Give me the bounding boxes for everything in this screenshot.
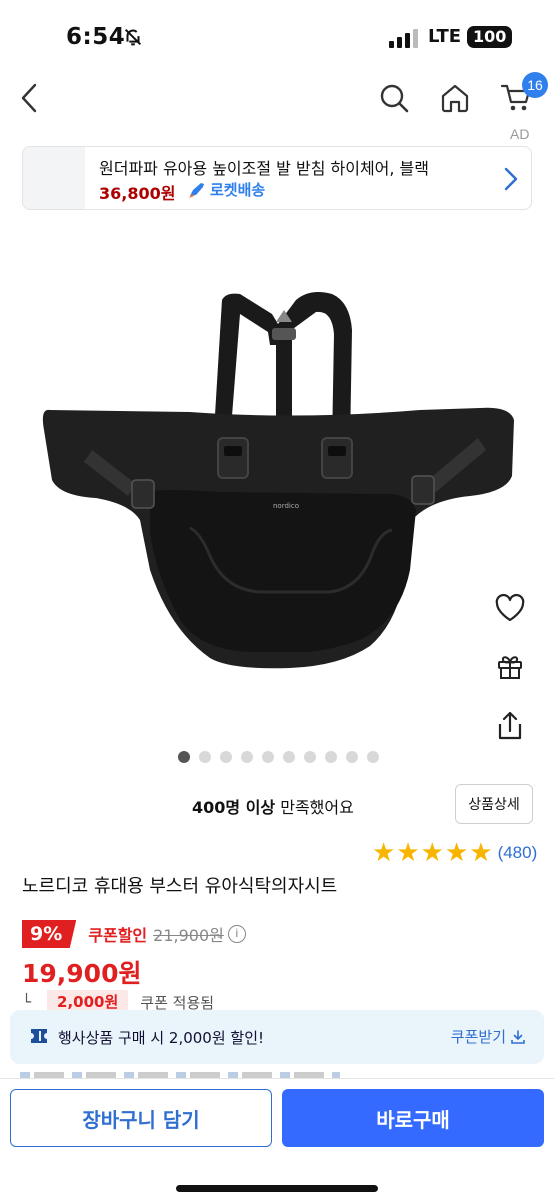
get-coupon-label: 쿠폰받기 <box>450 1028 506 1046</box>
carousel-dot[interactable] <box>178 751 190 763</box>
ad-banner[interactable]: 원더파파 유아용 높이조절 발 받침 하이체어, 블랙 36,800원 로켓배송 <box>22 146 532 210</box>
carousel-dot[interactable] <box>283 751 295 763</box>
product-title: 노르디코 휴대용 부스터 유아식탁의자시트 <box>22 876 338 897</box>
coupon-discount-label: 쿠폰할인 <box>88 926 148 945</box>
home-icon <box>441 84 469 113</box>
product-image[interactable]: nordico <box>0 270 554 690</box>
wishlist-button[interactable] <box>490 588 530 628</box>
carousel-dot[interactable] <box>220 751 232 763</box>
carousel-dot[interactable] <box>199 751 211 763</box>
app-header <box>0 76 554 124</box>
home-indicator <box>176 1185 378 1192</box>
share-button[interactable] <box>490 706 530 746</box>
booster-seat-image: nordico <box>42 292 514 669</box>
info-icon[interactable]: i <box>227 925 246 943</box>
get-coupon-button[interactable]: 쿠폰받기 <box>451 1026 526 1047</box>
star-icon: ★ <box>444 838 469 868</box>
share-icon <box>498 711 522 740</box>
rating[interactable]: ★★★★★ (480) <box>372 840 537 866</box>
carousel-dot[interactable] <box>241 751 253 763</box>
coupon-line-marker: └ <box>22 993 32 1011</box>
gift-button[interactable] <box>490 646 530 686</box>
rocket-delivery-badge: 로켓배송 <box>187 179 265 200</box>
search-button[interactable] <box>374 78 414 118</box>
product-detail-button[interactable]: 상품상세 <box>455 784 533 824</box>
star-icon: ★ <box>469 838 493 868</box>
ad-title: 원더파파 유아용 높이조절 발 받침 하이체어, 블랙 <box>99 159 430 178</box>
status-bar: 6:54 LTE 100 <box>0 0 554 76</box>
carousel-dots[interactable] <box>178 751 379 763</box>
satisfaction-text: 400명 이상 만족했어요 <box>192 794 354 818</box>
buy-now-button[interactable]: 바로구매 <box>282 1089 544 1147</box>
bottom-action-bar: 장바구니 담기 바로구매 <box>0 1078 554 1200</box>
back-button[interactable] <box>10 78 50 118</box>
chevron-left-icon <box>21 83 37 113</box>
ad-thumbnail <box>23 147 85 209</box>
star-icon: ★ <box>372 838 396 868</box>
star-icon: ★ <box>396 838 420 868</box>
star-icon: ★ <box>420 838 444 868</box>
download-icon <box>511 1029 525 1044</box>
coupon-icon <box>31 1029 47 1043</box>
carousel-dot[interactable] <box>367 751 379 763</box>
bell-off-icon <box>124 28 142 46</box>
chevron-right-icon <box>504 167 518 191</box>
battery-nub <box>506 32 509 41</box>
rocket-icon <box>189 182 204 198</box>
svg-text:nordico: nordico <box>273 502 299 510</box>
carousel-dot[interactable] <box>304 751 316 763</box>
satisfaction-count: 400명 이상 <box>192 798 276 817</box>
original-price: 21,900원 <box>153 926 224 945</box>
search-icon <box>380 84 409 113</box>
signal-icon <box>389 29 418 48</box>
discount-rate-badge: 9% <box>22 920 77 948</box>
rocket-delivery-label: 로켓배송 <box>210 181 266 199</box>
review-count[interactable]: (480) <box>498 843 538 863</box>
home-button[interactable] <box>435 78 475 118</box>
discount-row: 9% 쿠폰할인 21,900원 i <box>22 920 246 948</box>
satisfaction-rest: 만족했어요 <box>275 798 354 817</box>
rating-stars: ★★★★★ <box>372 840 494 866</box>
heart-icon <box>495 593 525 622</box>
ad-price: 36,800원 <box>99 184 176 203</box>
coupon-banner-text: 행사상품 구매 시 2,000원 할인! <box>58 1029 265 1047</box>
network-label: LTE <box>428 26 462 47</box>
status-time: 6:54 <box>66 24 126 50</box>
ad-label: AD <box>510 126 530 142</box>
cart-count-badge: 16 <box>522 72 548 98</box>
sale-price: 19,900원 <box>22 959 142 988</box>
carousel-dot[interactable] <box>325 751 337 763</box>
coupon-banner[interactable]: 행사상품 구매 시 2,000원 할인! 쿠폰받기 <box>10 1010 544 1064</box>
carousel-dot[interactable] <box>262 751 274 763</box>
add-to-cart-button[interactable]: 장바구니 담기 <box>10 1089 272 1147</box>
carousel-dot[interactable] <box>346 751 358 763</box>
gift-icon <box>498 656 522 679</box>
